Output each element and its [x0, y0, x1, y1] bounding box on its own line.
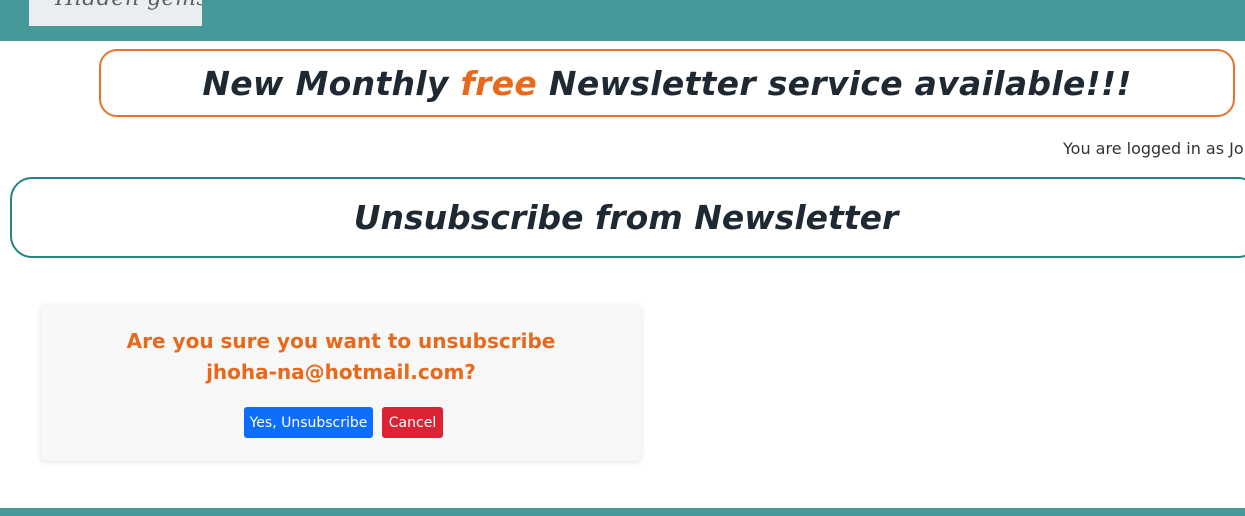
unsubscribe-confirm-card: Are you sure you want to unsubscribe jho… [41, 305, 641, 461]
logo-text: Hidden gems [55, 0, 202, 11]
confirm-email: jhoha-na@hotmail.com? [206, 360, 476, 384]
site-logo[interactable]: Hidden gems [29, 0, 202, 26]
page-title: Unsubscribe from Newsletter [353, 198, 899, 237]
yes-unsubscribe-button[interactable]: Yes, Unsubscribe [244, 407, 373, 438]
top-navbar: Hidden gems [0, 0, 1245, 41]
promo-highlight: free [460, 63, 538, 103]
promo-text-before: New Monthly [202, 63, 461, 103]
confirm-question: Are you sure you want to unsubscribe [126, 329, 556, 353]
footer-bar [0, 508, 1245, 516]
promo-text-after: Newsletter service available!!! [537, 63, 1132, 103]
promo-text: New Monthly free Newsletter service avai… [202, 64, 1131, 103]
newsletter-promo-banner: New Monthly free Newsletter service avai… [99, 49, 1235, 117]
login-status: You are logged in as John [1063, 139, 1245, 158]
cancel-button[interactable]: Cancel [382, 407, 443, 438]
page-heading-box: Unsubscribe from Newsletter [10, 177, 1245, 258]
